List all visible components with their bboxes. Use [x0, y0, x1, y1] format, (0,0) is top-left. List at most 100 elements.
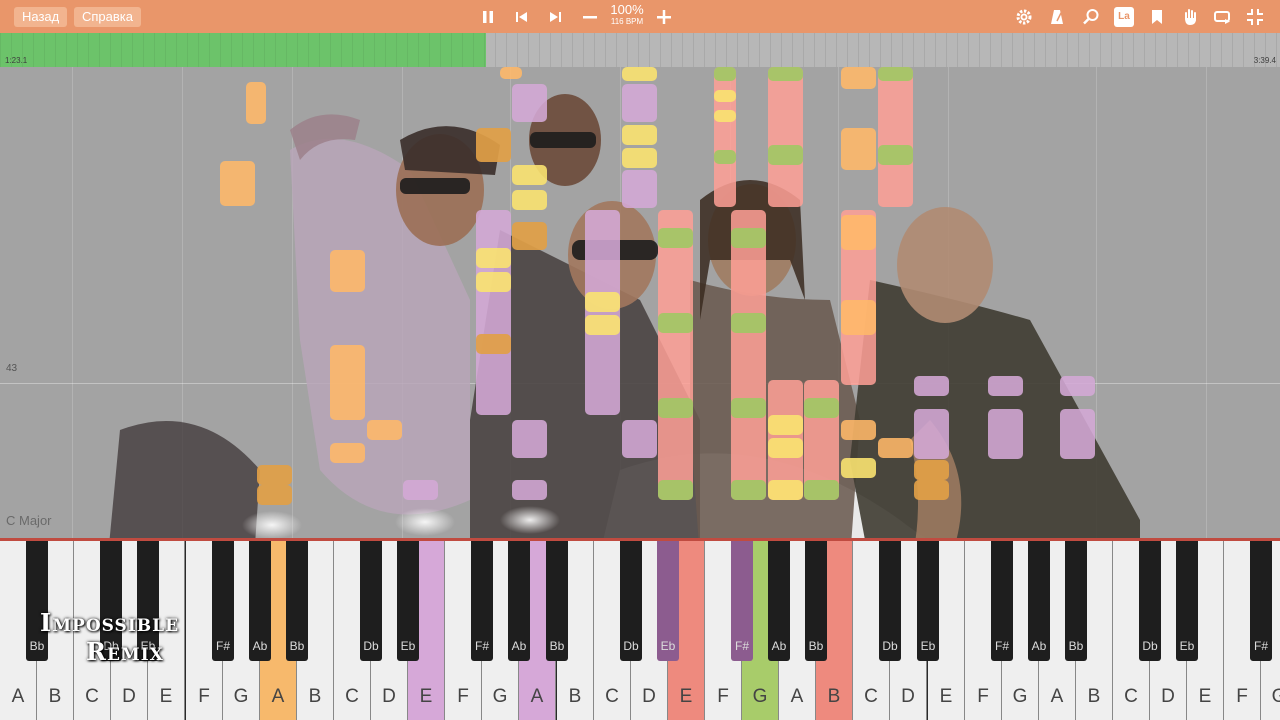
note-bar [768, 145, 803, 165]
black-key-label: F# [1253, 639, 1268, 653]
help-button[interactable]: Справка [74, 7, 141, 27]
black-key-label: F# [994, 639, 1009, 653]
white-key-label: C [864, 686, 878, 707]
note-bar [841, 128, 876, 170]
black-key[interactable]: Eb [917, 541, 939, 661]
black-key[interactable]: F# [212, 541, 234, 661]
note-bar [476, 210, 511, 415]
bookmark-icon[interactable] [1146, 6, 1168, 28]
black-key-label: Ab [252, 639, 268, 653]
note-bar [988, 409, 1023, 459]
note-bar [403, 480, 438, 500]
note-bar [512, 222, 547, 250]
back-button[interactable]: Назад [14, 7, 68, 27]
note-bar [512, 84, 547, 122]
la-icon[interactable]: La [1114, 7, 1134, 27]
white-key-label: D [1161, 686, 1175, 707]
fullscreen-exit-icon[interactable] [1244, 6, 1266, 28]
note-bar [714, 90, 736, 102]
bpm-label: 116 BPM [610, 17, 644, 26]
note-bar [585, 315, 620, 335]
pause-icon[interactable] [477, 6, 499, 28]
black-key-label: Eb [1179, 639, 1195, 653]
black-key[interactable]: Eb [397, 541, 419, 661]
note-bar [512, 420, 547, 458]
white-key-label: A [11, 686, 25, 707]
minus-icon[interactable] [579, 6, 601, 28]
note-bar [768, 67, 803, 207]
black-key[interactable]: Eb [657, 541, 679, 661]
black-key[interactable]: F# [1250, 541, 1272, 661]
note-bar [658, 210, 693, 500]
note-bar [731, 313, 766, 333]
gear-icon[interactable] [1013, 6, 1035, 28]
impossible-remix-logo: Impossible Remix [40, 608, 179, 666]
white-key-label: B [568, 686, 582, 707]
note-bar [731, 480, 766, 500]
white-key-label: F [717, 686, 729, 707]
note-bar [476, 272, 511, 292]
black-key[interactable]: F# [471, 541, 493, 661]
skip-forward-icon[interactable] [544, 6, 566, 28]
note-bar [914, 460, 949, 480]
skip-back-icon[interactable] [511, 6, 533, 28]
black-key[interactable]: Db [620, 541, 642, 661]
white-key-label: D [901, 686, 915, 707]
white-key-label: F [457, 686, 469, 707]
white-key-label: C [345, 686, 359, 707]
note-bar [841, 420, 876, 440]
white-key-label: D [122, 686, 136, 707]
black-key[interactable]: F# [991, 541, 1013, 661]
black-key[interactable]: Bb [1065, 541, 1087, 661]
white-key-label: A [530, 686, 544, 707]
black-key[interactable]: Bb [286, 541, 308, 661]
black-key-label: Eb [660, 639, 676, 653]
white-key-label: F [977, 686, 989, 707]
search-icon[interactable] [1080, 6, 1102, 28]
black-key-label: Db [1142, 639, 1158, 653]
white-key-label: B [1087, 686, 1101, 707]
black-key[interactable]: Db [879, 541, 901, 661]
black-key[interactable]: Eb [1176, 541, 1198, 661]
black-key[interactable]: F# [731, 541, 753, 661]
white-key-label: D [382, 686, 396, 707]
note-bar [622, 170, 657, 208]
note-bar [476, 128, 511, 162]
white-key-label: E [159, 686, 173, 707]
progress-fill [0, 33, 487, 67]
white-key-label: G [1012, 686, 1028, 707]
note-bar [220, 161, 255, 206]
zoom-level: 100% [610, 2, 644, 17]
logo-line-2: Remix [86, 637, 164, 666]
black-key-label: Bb [289, 639, 305, 653]
black-key[interactable]: Db [360, 541, 382, 661]
black-key[interactable]: Bb [805, 541, 827, 661]
black-key[interactable]: Bb [546, 541, 568, 661]
black-key[interactable]: Db [1139, 541, 1161, 661]
note-bar [878, 438, 913, 458]
piano-keyboard[interactable]: A B C D E F G A B C D E F G A B C D E F G A B C D E F G A B C D E F G Bb Db E… [0, 538, 1280, 720]
note-bar [658, 228, 693, 248]
black-key[interactable]: Ab [1028, 541, 1050, 661]
tempo-display: 100% 116 BPM [604, 3, 650, 27]
total-time: 3:39.4 [1253, 56, 1276, 65]
black-key-label: F# [734, 639, 749, 653]
black-key-label: Bb [1068, 639, 1084, 653]
loop-icon[interactable] [1211, 6, 1233, 28]
plus-icon[interactable] [653, 6, 675, 28]
note-bar [585, 210, 620, 415]
song-progress-bar[interactable]: 1:23.1 3:39.4 [0, 33, 1280, 67]
metronome-icon[interactable] [1046, 6, 1068, 28]
black-key-label: Ab [511, 639, 527, 653]
note-bar [257, 465, 292, 485]
note-bar [622, 420, 657, 458]
black-key[interactable]: Ab [249, 541, 271, 661]
black-key[interactable]: Ab [768, 541, 790, 661]
black-key[interactable]: Ab [508, 541, 530, 661]
note-bar [1060, 409, 1095, 459]
hand-icon[interactable] [1179, 6, 1201, 28]
white-key-label: B [308, 686, 322, 707]
note-bar [841, 300, 876, 335]
note-bar [476, 334, 511, 354]
black-key-label: Ab [771, 639, 787, 653]
